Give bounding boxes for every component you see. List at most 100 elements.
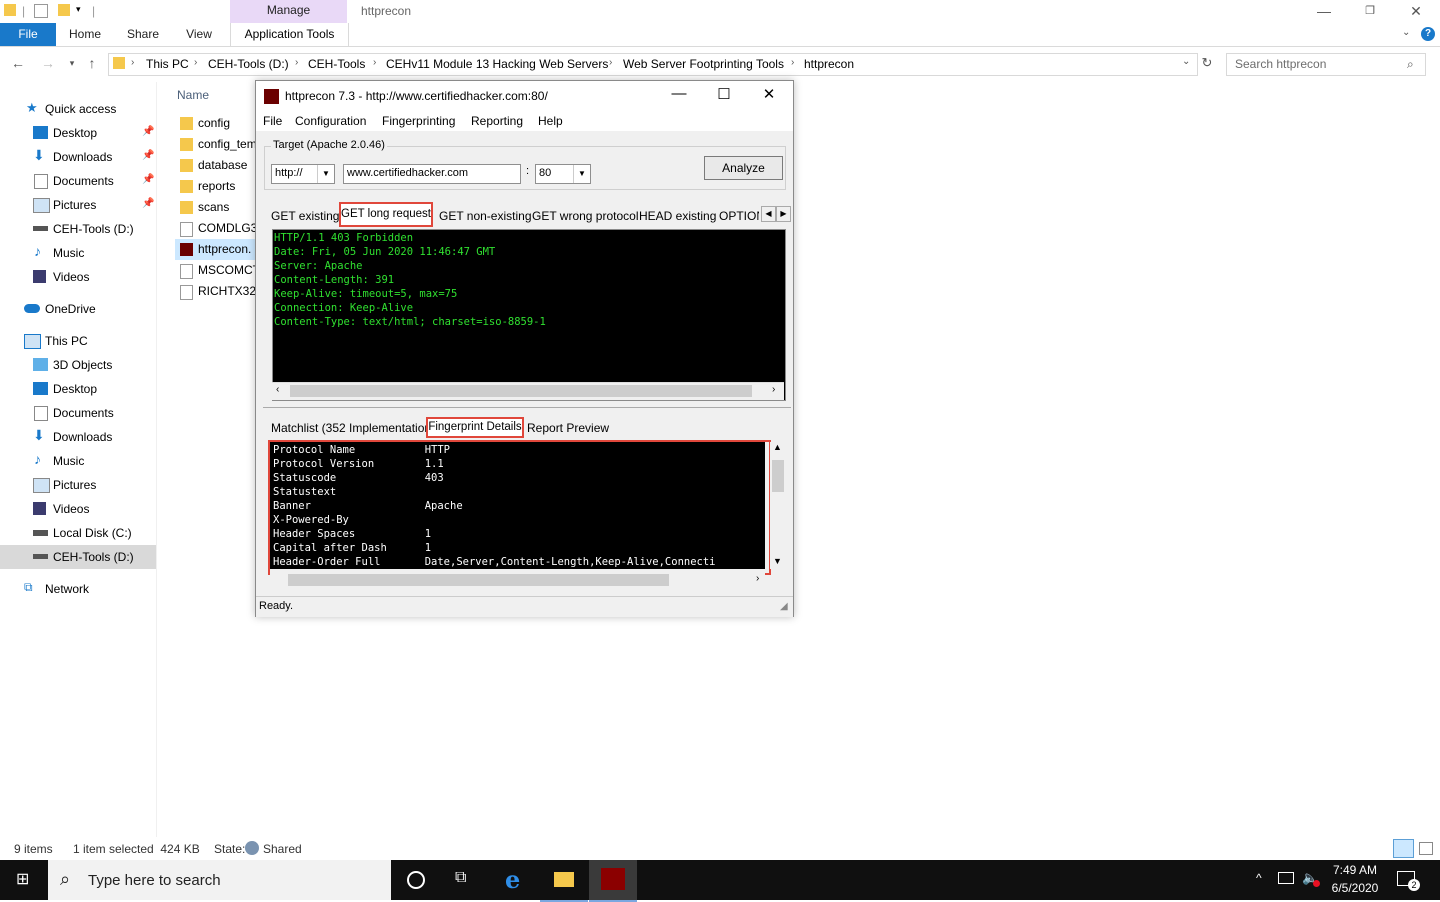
expand-ribbon-icon[interactable]: ⌄ [1402,27,1410,38]
column-header-name[interactable]: Name [177,88,209,102]
share-tab[interactable]: Share [118,23,168,46]
breadcrumb-item[interactable]: This PC [146,57,189,71]
minimize-button[interactable]: — [1301,0,1347,23]
resize-grip-icon[interactable]: ◢ [780,601,788,612]
scroll-right-icon[interactable]: › [756,573,759,584]
clock-date[interactable]: 6/5/2020 [1327,881,1383,895]
nav-videos[interactable]: Videos [0,497,156,521]
new-folder-icon[interactable] [58,4,70,16]
nav-desktop[interactable]: Desktop [0,377,156,401]
tab-get-long-request[interactable]: GET long request [339,202,433,227]
nav-qa-music[interactable]: ♪ Music [0,241,156,265]
port-select[interactable]: 80 ▼ [535,164,591,184]
show-hidden-icons[interactable]: ^ [1256,871,1262,885]
refresh-icon[interactable]: ↻ [1197,53,1217,73]
host-input[interactable]: www.certifiedhacker.com [343,164,521,184]
tab-fingerprint-details[interactable]: Fingerprint Details [426,417,524,438]
clock-time[interactable]: 7:49 AM [1327,863,1383,877]
breadcrumb-item[interactable]: CEH-Tools [308,57,365,71]
nav-ceh-tools-selected[interactable]: CEH-Tools (D:) [0,545,156,569]
tab-scroll-right-icon[interactable]: ▶ [776,206,791,222]
up-arrow-icon[interactable]: ↑ [82,53,102,73]
task-view-icon[interactable]: ⧉ [455,869,466,887]
taskbar-httprecon[interactable] [589,860,637,902]
recent-locations-icon[interactable]: ▾ [62,53,82,73]
tab-matchlist[interactable]: Matchlist (352 Implementations) [271,421,441,439]
manage-tab[interactable]: Manage [230,0,347,23]
close-button[interactable]: ✕ [1393,0,1439,23]
home-tab[interactable]: Home [60,23,110,46]
file-tab[interactable]: File [0,23,56,46]
forward-arrow-icon[interactable]: → [38,53,58,73]
breadcrumb-item[interactable]: CEH-Tools (D:) [208,57,289,71]
scrollbar-thumb[interactable] [288,574,669,586]
nav-documents[interactable]: Documents [0,401,156,425]
nav-qa-videos[interactable]: Videos [0,265,156,289]
scrollbar-thumb[interactable] [290,385,752,397]
splitter[interactable] [263,407,791,408]
application-tools-tab[interactable]: Application Tools [230,23,349,46]
nav-local-disk[interactable]: Local Disk (C:) [0,521,156,545]
breadcrumb-item[interactable]: httprecon [804,57,854,71]
scroll-up-icon[interactable]: ▲ [773,442,782,452]
nav-3d-objects[interactable]: 3D Objects [0,353,156,377]
menu-file[interactable]: File [263,114,282,128]
nav-pictures[interactable]: Pictures [0,473,156,497]
taskbar-file-explorer[interactable] [540,860,588,902]
fingerprint-horizontal-scrollbar[interactable]: › [270,572,765,589]
help-icon[interactable]: ? [1421,27,1435,41]
file-row[interactable]: database [175,155,255,176]
menu-help[interactable]: Help [538,114,563,128]
menu-fingerprinting[interactable]: Fingerprinting [382,114,455,128]
windows-start-icon[interactable]: ⊞ [16,872,29,888]
maximize-button[interactable]: ☐ [709,85,739,103]
file-row[interactable]: reports [175,176,255,197]
nav-quick-access[interactable]: ★ Quick access [0,97,156,121]
nav-qa-pictures[interactable]: Pictures 📌 [0,193,156,217]
scroll-right-icon[interactable]: › [772,384,775,395]
address-dropdown-icon[interactable]: ⌄ [1182,56,1190,67]
cortana-icon[interactable] [407,871,425,889]
nav-network[interactable]: ⧉ Network [0,577,156,601]
scroll-down-icon[interactable]: ▼ [773,556,782,566]
network-tray-icon[interactable] [1278,872,1294,884]
customize-qa-icon[interactable]: ▾ [76,4,81,15]
nav-qa-documents[interactable]: Documents 📌 [0,169,156,193]
breadcrumb-item[interactable]: Web Server Footprinting Tools [623,57,784,71]
nav-downloads[interactable]: ⬇ Downloads [0,425,156,449]
nav-this-pc[interactable]: This PC [0,329,156,353]
file-row[interactable]: config [175,113,255,134]
taskbar-search-box[interactable]: ⌕ Type here to search [48,860,391,900]
details-view-icon[interactable] [1393,839,1414,858]
back-arrow-icon[interactable]: ← [8,53,28,73]
nav-qa-desktop[interactable]: Desktop 📌 [0,121,156,145]
restore-button[interactable]: ❐ [1347,0,1393,23]
properties-icon[interactable] [34,4,48,18]
menu-configuration[interactable]: Configuration [295,114,366,128]
file-row[interactable]: COMDLG3 [175,218,257,239]
tab-head-existing[interactable]: HEAD existing [639,209,716,229]
nav-onedrive[interactable]: OneDrive [0,297,156,321]
address-bar[interactable]: › This PC › CEH-Tools (D:) › CEH-Tools ›… [108,53,1198,76]
analyze-button[interactable]: Analyze [704,156,783,180]
protocol-select[interactable]: http:// ▼ [271,164,335,184]
tab-get-wrong-protocol[interactable]: GET wrong protocol [532,209,639,229]
scroll-left-icon[interactable]: ‹ [276,384,279,395]
breadcrumb-item[interactable]: CEHv11 Module 13 Hacking Web Servers [386,57,608,71]
view-tab[interactable]: View [176,23,222,46]
menu-reporting[interactable]: Reporting [471,114,523,128]
file-row[interactable]: MSCOMCT [175,260,260,281]
close-button[interactable]: ✕ [754,85,784,103]
search-input[interactable]: Search httprecon ⌕ [1226,53,1426,76]
large-icons-view-icon[interactable] [1419,842,1433,855]
scrollbar-thumb[interactable] [772,460,784,492]
tab-get-existing[interactable]: GET existing [271,209,339,229]
file-row-selected[interactable]: httprecon. [175,239,255,260]
tab-get-non-existing[interactable]: GET non-existing [439,209,532,229]
tab-report-preview[interactable]: Report Preview [527,421,609,439]
minimize-button[interactable]: — [664,85,694,102]
fingerprint-vertical-scrollbar[interactable]: ▲ ▼ [770,442,786,569]
file-row[interactable]: config_tem [175,134,257,155]
file-row[interactable]: RICHTX32. [175,281,259,302]
tab-scroll-left-icon[interactable]: ◀ [761,206,776,222]
